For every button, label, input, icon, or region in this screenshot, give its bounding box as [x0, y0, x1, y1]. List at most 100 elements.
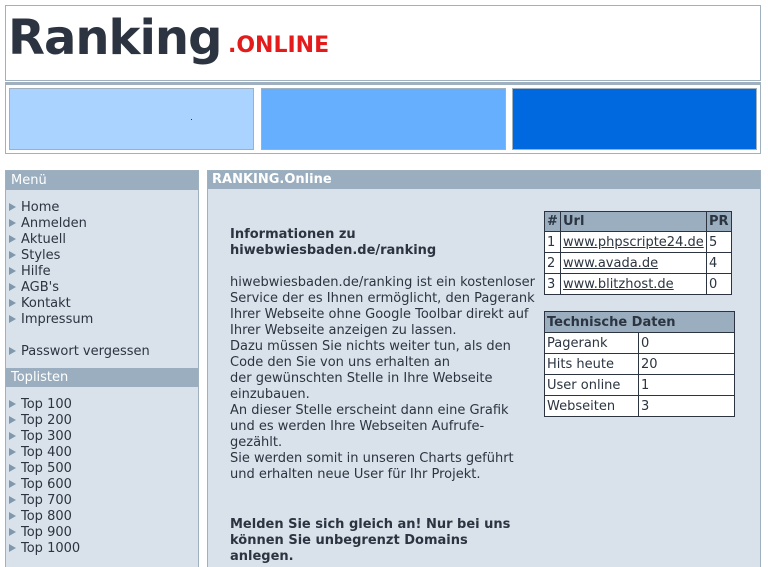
main-content: RANKING.Online Informationen zu hiwebwie…: [207, 170, 761, 567]
stat-value: 20: [638, 353, 735, 375]
menu-item-hilfe[interactable]: Hilfe: [9, 264, 198, 280]
toplist-item[interactable]: Top 200: [9, 413, 198, 429]
column-header-pr: PR: [706, 211, 732, 232]
menu-item-label[interactable]: Impressum: [21, 312, 93, 327]
toplist-item-label[interactable]: Top 600: [21, 477, 72, 492]
toplist-item[interactable]: Top 1000: [9, 541, 198, 557]
toplisten-heading: Toplisten: [6, 368, 198, 387]
pr-cell: 5: [706, 231, 732, 253]
toplist-item[interactable]: Top 300: [9, 429, 198, 445]
banner-ad-3[interactable]: [512, 88, 757, 150]
menu-list: Home Anmelden Aktuell Styles Hilfe AGB's…: [6, 190, 198, 364]
toplist-item-label[interactable]: Top 1000: [21, 541, 80, 556]
toplist-item-label[interactable]: Top 900: [21, 525, 72, 540]
toplist-item-label[interactable]: Top 500: [21, 461, 72, 476]
info-paragraph: hiwebwiesbaden.de/ranking ist ein kosten…: [230, 275, 535, 482]
column-header-url: Url: [560, 211, 707, 232]
menu-item-passwort-vergessen[interactable]: Passwort vergessen: [9, 344, 198, 360]
site-header: Ranking .ONLINE: [5, 5, 761, 81]
ranking-table: # Url PR 1 www.phpscripte24.de 5 2 www.a…: [544, 211, 732, 295]
url-link[interactable]: www.avada.de: [563, 256, 658, 271]
triangle-right-icon: [9, 203, 16, 211]
url-cell: www.blitzhost.de: [560, 273, 707, 295]
triangle-right-icon: [9, 235, 16, 243]
stat-value: 3: [638, 395, 735, 417]
menu-item-label[interactable]: AGB's: [21, 280, 59, 295]
triangle-right-icon: [9, 347, 16, 355]
menu-item-impressum[interactable]: Impressum: [9, 312, 198, 328]
menu-item-label[interactable]: Kontakt: [21, 296, 71, 311]
menu-item-aktuell[interactable]: Aktuell: [9, 232, 198, 248]
logo-text[interactable]: Ranking: [8, 8, 222, 68]
triangle-right-icon: [9, 512, 16, 520]
stat-label: Hits heute: [544, 353, 639, 375]
url-cell: www.phpscripte24.de: [560, 231, 707, 253]
menu-item-agb[interactable]: AGB's: [9, 280, 198, 296]
toplist-item[interactable]: Top 900: [9, 525, 198, 541]
toplist-item-label[interactable]: Top 700: [21, 493, 72, 508]
triangle-right-icon: [9, 496, 16, 504]
banner-ad-2[interactable]: [261, 88, 506, 150]
stat-value: 0: [638, 332, 735, 354]
page-title: RANKING.Online: [208, 171, 760, 189]
banner-ad-1[interactable]: [9, 88, 254, 150]
pr-cell: 4: [706, 252, 732, 274]
menu-item-label[interactable]: Passwort vergessen: [21, 344, 150, 359]
banner-strip: [5, 82, 761, 154]
stat-label: Webseiten: [544, 395, 639, 417]
toplist-item[interactable]: Top 700: [9, 493, 198, 509]
triangle-right-icon: [9, 480, 16, 488]
table-row: Pagerank 0: [544, 332, 735, 354]
triangle-right-icon: [9, 315, 16, 323]
toplist-item-label[interactable]: Top 400: [21, 445, 72, 460]
info-text: hiwebwiesbaden.de/ranking ist ein kosten…: [230, 275, 535, 483]
toplist-item[interactable]: Top 100: [9, 397, 198, 413]
sidebar: Menü Home Anmelden Aktuell Styles Hilfe …: [5, 170, 199, 567]
table-row: 2 www.avada.de 4: [544, 252, 732, 274]
triangle-right-icon: [9, 219, 16, 227]
pr-cell: 0: [706, 273, 732, 295]
stat-label: Pagerank: [544, 332, 639, 354]
triangle-right-icon: [9, 251, 16, 259]
menu-item-label[interactable]: Home: [21, 200, 59, 215]
url-link[interactable]: www.phpscripte24.de: [563, 235, 704, 250]
toplist-item[interactable]: Top 800: [9, 509, 198, 525]
table-header-row: Technische Daten: [544, 311, 735, 333]
menu-item-styles[interactable]: Styles: [9, 248, 198, 264]
info-heading: Informationen zu hiwebwiesbaden.de/ranki…: [230, 227, 437, 258]
rank-cell: 2: [544, 252, 561, 274]
toplist-item-label[interactable]: Top 200: [21, 413, 72, 428]
toplist-item[interactable]: Top 600: [9, 477, 198, 493]
toplist-item[interactable]: Top 400: [9, 445, 198, 461]
rank-cell: 1: [544, 231, 561, 253]
tech-data-table: Technische Daten Pagerank 0 Hits heute 2…: [544, 311, 735, 417]
triangle-right-icon: [9, 283, 16, 291]
menu-spacer: [9, 328, 198, 344]
triangle-right-icon: [9, 448, 16, 456]
toplist-item-label[interactable]: Top 300: [21, 429, 72, 444]
table-row: Webseiten 3: [544, 395, 735, 417]
menu-item-label[interactable]: Anmelden: [21, 216, 87, 231]
table-row: User online 1: [544, 374, 735, 396]
toplisten-list: Top 100 Top 200 Top 300 Top 400 Top 500 …: [6, 387, 198, 561]
table-row: 3 www.blitzhost.de 0: [544, 273, 732, 295]
menu-item-kontakt[interactable]: Kontakt: [9, 296, 198, 312]
stat-value: 1: [638, 374, 735, 396]
menu-item-label[interactable]: Styles: [21, 248, 60, 263]
menu-item-label[interactable]: Hilfe: [21, 264, 51, 279]
rank-cell: 3: [544, 273, 561, 295]
menu-item-home[interactable]: Home: [9, 200, 198, 216]
table-row: Hits heute 20: [544, 353, 735, 375]
menu-item-anmelden[interactable]: Anmelden: [9, 216, 198, 232]
toplist-item[interactable]: Top 500: [9, 461, 198, 477]
triangle-right-icon: [9, 267, 16, 275]
toplist-item-label[interactable]: Top 100: [21, 397, 72, 412]
menu-item-label[interactable]: Aktuell: [21, 232, 66, 247]
url-cell: www.avada.de: [560, 252, 707, 274]
menu-heading: Menü: [6, 171, 198, 190]
logo-suffix[interactable]: .ONLINE: [228, 30, 329, 62]
stat-label: User online: [544, 374, 639, 396]
url-link[interactable]: www.blitzhost.de: [563, 277, 674, 292]
triangle-right-icon: [9, 416, 16, 424]
toplist-item-label[interactable]: Top 800: [21, 509, 72, 524]
